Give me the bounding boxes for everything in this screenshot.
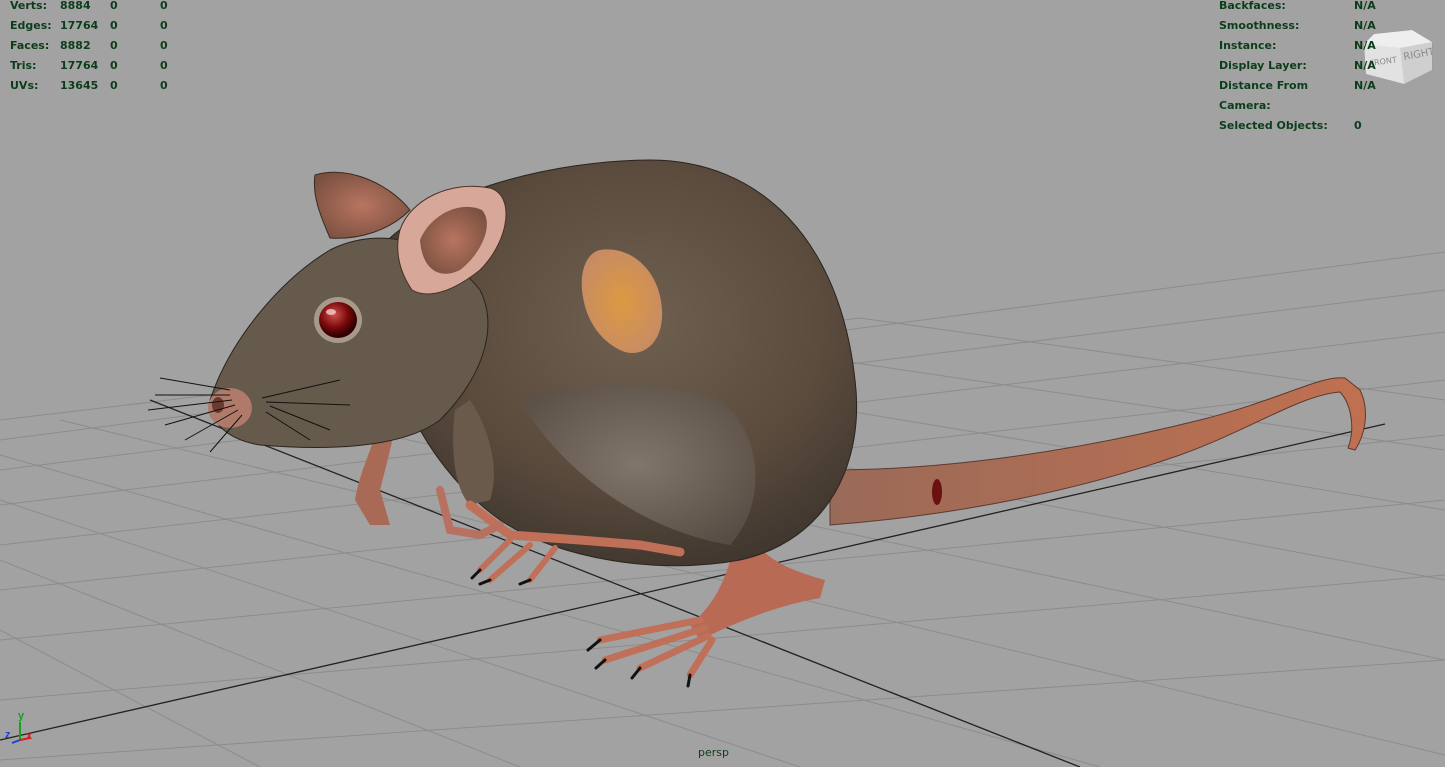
stat-label: UVs: bbox=[10, 79, 39, 92]
stat-value: 0 bbox=[160, 39, 168, 52]
detail-label: Selected Objects: bbox=[1219, 119, 1328, 132]
stat-row-faces: Faces: 8882 0 0 bbox=[10, 36, 168, 56]
stat-value: 17764 bbox=[60, 19, 99, 32]
stat-value: 0 bbox=[110, 0, 118, 12]
detail-label: Distance From Camera: bbox=[1219, 79, 1309, 112]
stat-value: 13645 bbox=[60, 79, 99, 92]
stat-value: 0 bbox=[110, 39, 118, 52]
stat-value: 8884 bbox=[60, 0, 91, 12]
axis-x-label: x bbox=[26, 730, 33, 742]
detail-value: N/A bbox=[1354, 19, 1376, 32]
stat-value: 8882 bbox=[60, 39, 91, 52]
axis-y-label: y bbox=[18, 710, 25, 722]
stat-value: 0 bbox=[110, 59, 118, 72]
detail-label: Display Layer: bbox=[1219, 59, 1307, 72]
stat-label: Edges: bbox=[10, 19, 52, 32]
detail-label: Smoothness: bbox=[1219, 19, 1300, 32]
stat-label: Faces: bbox=[10, 39, 50, 52]
object-details-hud: Backfaces: N/A Smoothness: N/A Instance:… bbox=[1219, 0, 1376, 136]
stat-row-edges: Edges: 17764 0 0 bbox=[10, 16, 168, 36]
detail-value: N/A bbox=[1354, 79, 1376, 92]
stat-value: 0 bbox=[160, 0, 168, 12]
detail-value: N/A bbox=[1354, 39, 1376, 52]
stat-row-verts: Verts: 8884 0 0 bbox=[10, 0, 168, 16]
detail-row-backfaces: Backfaces: N/A bbox=[1219, 0, 1376, 16]
detail-row-selected: Selected Objects: 0 bbox=[1219, 116, 1376, 136]
stat-label: Tris: bbox=[10, 59, 37, 72]
axis-z-label: z bbox=[5, 729, 11, 741]
stat-value: 0 bbox=[110, 79, 118, 92]
stat-value: 0 bbox=[160, 59, 168, 72]
detail-value: 0 bbox=[1354, 119, 1362, 132]
stat-value: 0 bbox=[160, 79, 168, 92]
axis-labels: y x z bbox=[2, 710, 42, 752]
detail-row-distance: Distance From Camera: N/A bbox=[1219, 76, 1376, 116]
stat-row-tris: Tris: 17764 0 0 bbox=[10, 56, 168, 76]
camera-name-label: persp bbox=[698, 746, 729, 759]
detail-row-smoothness: Smoothness: N/A bbox=[1219, 16, 1376, 36]
stat-value: 0 bbox=[110, 19, 118, 32]
detail-label: Instance: bbox=[1219, 39, 1277, 52]
stat-value: 17764 bbox=[60, 59, 99, 72]
poly-count-hud: Verts: 8884 0 0 Edges: 17764 0 0 Faces: … bbox=[10, 0, 168, 96]
detail-value: N/A bbox=[1354, 0, 1376, 12]
stat-row-uvs: UVs: 13645 0 0 bbox=[10, 76, 168, 96]
stat-value: 0 bbox=[160, 19, 168, 32]
detail-label: Backfaces: bbox=[1219, 0, 1286, 12]
stat-label: Verts: bbox=[10, 0, 48, 12]
detail-row-display-layer: Display Layer: N/A bbox=[1219, 56, 1376, 76]
rat-model[interactable] bbox=[147, 159, 1366, 688]
detail-row-instance: Instance: N/A bbox=[1219, 36, 1376, 56]
detail-value: N/A bbox=[1354, 59, 1376, 72]
